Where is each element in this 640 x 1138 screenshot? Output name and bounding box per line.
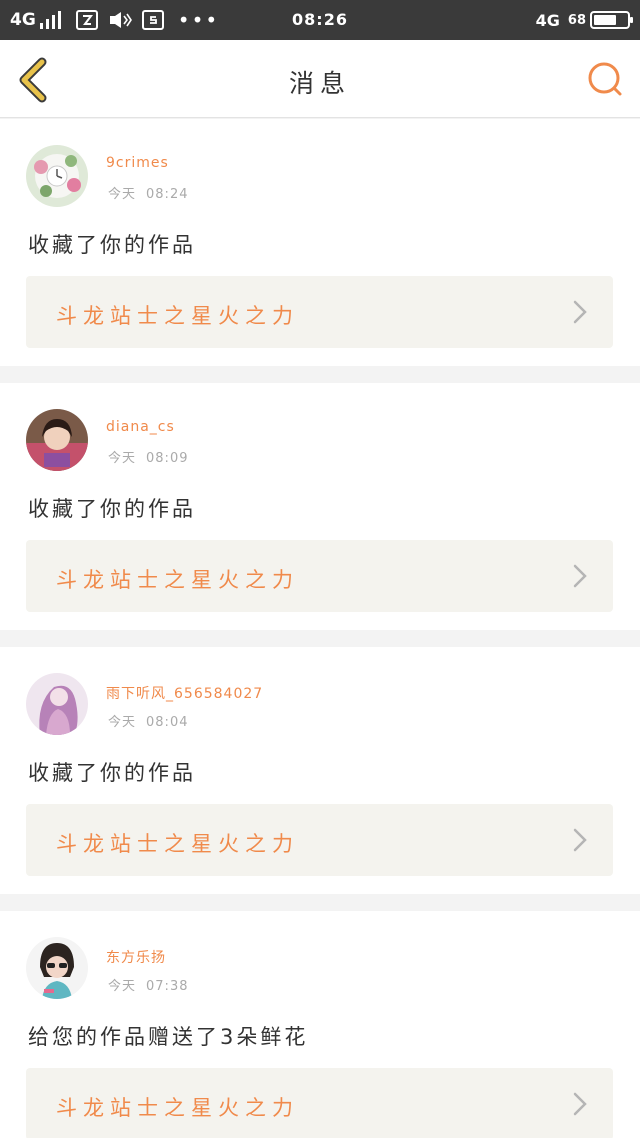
network-type-right: 4G [535, 10, 560, 30]
work-link[interactable]: 斗龙站士之星火之力 [26, 1068, 613, 1138]
timestamp-time: 08:04 [146, 715, 189, 730]
message-list: 9crimes 今天 08:24 收藏了你的作品 斗龙站士之星火之力 diana_… [0, 119, 640, 1138]
work-title: 斗龙站士之星火之力 [56, 304, 299, 328]
timestamp: 今天 07:38 [108, 975, 188, 994]
message-card: 雨下听风_656584027 今天 08:04 收藏了你的作品 斗龙站士之星火之力 [0, 647, 640, 894]
work-link[interactable]: 斗龙站士之星火之力 [26, 276, 613, 348]
username[interactable]: 雨下听风_656584027 [106, 683, 263, 703]
username[interactable]: 东方乐扬 [106, 947, 166, 967]
timestamp: 今天 08:24 [108, 183, 188, 202]
timestamp-day: 今天 [108, 187, 137, 202]
timestamp-day: 今天 [108, 451, 137, 466]
battery-percent: 68 [567, 12, 586, 28]
work-title: 斗龙站士之星火之力 [56, 832, 299, 856]
work-link[interactable]: 斗龙站士之星火之力 [26, 804, 613, 876]
avatar[interactable] [26, 937, 88, 999]
timestamp-time: 07:38 [146, 979, 189, 994]
username[interactable]: diana_cs [106, 419, 175, 435]
message-card: 东方乐扬 今天 07:38 给您的作品赠送了3朵鲜花 斗龙站士之星火之力 [0, 911, 640, 1138]
timestamp: 今天 08:04 [108, 711, 188, 730]
timestamp-time: 08:09 [146, 451, 189, 466]
search-button[interactable] [586, 60, 624, 98]
avatar[interactable] [26, 673, 88, 735]
chevron-right-icon [573, 1092, 587, 1116]
status-right: 4G 68 [535, 8, 633, 32]
chevron-right-icon [573, 828, 587, 852]
username[interactable]: 9crimes [106, 155, 169, 171]
work-title: 斗龙站士之星火之力 [56, 1096, 299, 1120]
page-title: 消息 [288, 69, 351, 98]
timestamp-time: 08:24 [146, 187, 189, 202]
timestamp-day: 今天 [108, 715, 137, 730]
message-card: diana_cs 今天 08:09 收藏了你的作品 斗龙站士之星火之力 [0, 383, 640, 630]
message-text: 收藏了你的作品 [28, 497, 196, 521]
message-text: 收藏了你的作品 [28, 233, 196, 257]
chevron-right-icon [573, 300, 587, 324]
work-link[interactable]: 斗龙站士之星火之力 [26, 540, 613, 612]
message-text: 收藏了你的作品 [28, 761, 196, 785]
work-title: 斗龙站士之星火之力 [56, 568, 299, 592]
battery-icon [590, 11, 633, 29]
avatar[interactable] [26, 145, 88, 207]
nav-bar: 消息 [0, 40, 640, 118]
message-card: 9crimes 今天 08:24 收藏了你的作品 斗龙站士之星火之力 [0, 119, 640, 366]
search-icon [588, 62, 622, 96]
chevron-right-icon [573, 564, 587, 588]
status-bar: 4G ••• 08:26 4G 68 [0, 0, 640, 40]
timestamp: 今天 08:09 [108, 447, 188, 466]
timestamp-day: 今天 [108, 979, 137, 994]
message-text: 给您的作品赠送了3朵鲜花 [28, 1025, 309, 1049]
avatar[interactable] [26, 409, 88, 471]
